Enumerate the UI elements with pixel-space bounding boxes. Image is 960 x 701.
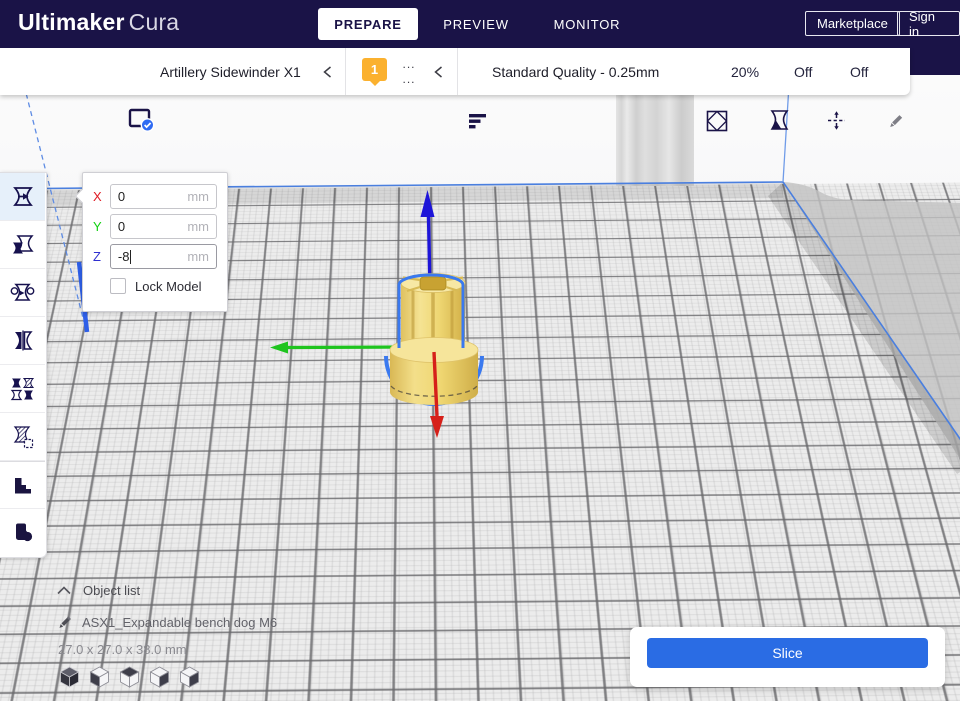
scale-tool-button[interactable] bbox=[0, 221, 45, 269]
z-position-input[interactable]: -8 mm bbox=[110, 244, 217, 269]
config-bar: Artillery Sidewinder X1 ... ... Standard… bbox=[0, 48, 910, 95]
printer-icon bbox=[128, 108, 155, 133]
rotate-tool-button[interactable] bbox=[0, 269, 45, 317]
boot-shape-icon bbox=[11, 521, 35, 545]
slice-panel: Slice bbox=[630, 627, 945, 687]
print-profile-selector[interactable]: Standard Quality - 0.25mm bbox=[492, 48, 659, 95]
marketplace-button[interactable]: Marketplace bbox=[805, 11, 900, 36]
extruder-nozzle: ... bbox=[398, 72, 420, 87]
camera-view-controls bbox=[59, 666, 200, 688]
printer-gantry-column bbox=[616, 85, 694, 186]
y-unit-label: mm bbox=[187, 219, 209, 234]
per-model-settings-icon bbox=[10, 377, 35, 401]
app-logo: UltimakerCura bbox=[18, 9, 179, 36]
object-info: Object list ASX1_Expandable bench dog M6… bbox=[56, 580, 277, 657]
move-tool-button[interactable] bbox=[0, 173, 45, 221]
rename-pencil-icon bbox=[56, 614, 73, 631]
extruder-collapse-chevron-icon[interactable] bbox=[433, 65, 444, 79]
top-bar: UltimakerCura PREPARE PREVIEW MONITOR Ma… bbox=[0, 0, 960, 48]
infill-icon bbox=[706, 110, 728, 132]
view-top-cube-icon[interactable] bbox=[119, 666, 140, 688]
mirror-tool-icon bbox=[11, 329, 35, 352]
stairs-icon bbox=[11, 474, 35, 497]
view-left-cube-icon[interactable] bbox=[149, 666, 170, 688]
lock-model-label: Lock Model bbox=[135, 279, 201, 294]
cura-window: UltimakerCura PREPARE PREVIEW MONITOR Ma… bbox=[0, 0, 960, 701]
object-list-toggle[interactable]: Object list bbox=[56, 580, 277, 600]
y-position-input[interactable]: 0 mm bbox=[110, 214, 217, 239]
object-list-label: Object list bbox=[83, 583, 140, 598]
infill-value[interactable]: 20% bbox=[731, 48, 759, 95]
y-position-value: 0 bbox=[118, 219, 125, 234]
adhesion-value[interactable]: Off bbox=[850, 48, 868, 95]
chevron-up-icon bbox=[56, 585, 72, 596]
x-unit-label: mm bbox=[187, 189, 209, 204]
extruder-material-label[interactable]: ... ... bbox=[398, 57, 420, 87]
z-unit-label: mm bbox=[187, 249, 209, 264]
tab-preview[interactable]: PREVIEW bbox=[438, 0, 514, 48]
profile-layers-icon bbox=[468, 112, 487, 131]
x-axis-label: X bbox=[93, 189, 106, 204]
text-cursor bbox=[130, 250, 131, 264]
tab-monitor[interactable]: MONITOR bbox=[548, 0, 626, 48]
move-tool-icon bbox=[11, 185, 35, 208]
logo-cura: Cura bbox=[129, 9, 180, 35]
view-front-cube-icon[interactable] bbox=[89, 666, 110, 688]
adhesion-icon bbox=[826, 110, 847, 131]
support-icon bbox=[769, 109, 790, 132]
view-right-cube-icon[interactable] bbox=[179, 666, 200, 688]
tab-prepare[interactable]: PREPARE bbox=[318, 8, 418, 40]
move-tool-panel: X 0 mm Y 0 mm Z -8 mm Lock Model bbox=[82, 172, 228, 312]
model-dimensions: 27.0 x 27.0 x 38.0 mm bbox=[58, 642, 277, 657]
sign-in-button[interactable]: Sign in bbox=[897, 11, 960, 36]
extruder-material: ... bbox=[398, 57, 420, 72]
slice-button[interactable]: Slice bbox=[647, 638, 928, 668]
plugin-shape-tool-button[interactable] bbox=[0, 509, 45, 557]
x-position-input[interactable]: 0 mm bbox=[110, 184, 217, 209]
z-position-value: -8 bbox=[118, 249, 130, 264]
scale-tool-icon bbox=[11, 233, 35, 256]
tool-sidebar bbox=[0, 172, 47, 558]
build-volume-corner-edge bbox=[783, 85, 789, 182]
model-name: ASX1_Expandable bench dog M6 bbox=[82, 615, 277, 630]
logo-ultimaker: Ultimaker bbox=[18, 9, 125, 35]
x-position-value: 0 bbox=[118, 189, 125, 204]
support-value[interactable]: Off bbox=[794, 48, 812, 95]
top-bar-extension bbox=[910, 48, 960, 75]
z-axis-label: Z bbox=[93, 249, 106, 264]
model-name-row[interactable]: ASX1_Expandable bench dog M6 bbox=[56, 612, 277, 632]
per-model-settings-button[interactable] bbox=[0, 365, 45, 413]
support-blocker-button[interactable] bbox=[0, 413, 45, 461]
rotate-tool-icon bbox=[10, 281, 35, 304]
printer-collapse-chevron-icon[interactable] bbox=[322, 65, 333, 79]
view-3d-cube-icon[interactable] bbox=[59, 666, 80, 688]
support-blocker-icon bbox=[10, 425, 35, 449]
lock-model-checkbox[interactable] bbox=[110, 278, 126, 294]
printer-selector[interactable]: Artillery Sidewinder X1 bbox=[160, 48, 301, 95]
extruder-1-badge[interactable]: 1 bbox=[362, 58, 387, 81]
edit-settings-pencil-icon[interactable] bbox=[886, 112, 905, 131]
plugin-stairs-tool-button[interactable] bbox=[0, 461, 45, 509]
y-axis-label: Y bbox=[93, 219, 106, 234]
mirror-tool-button[interactable] bbox=[0, 317, 45, 365]
